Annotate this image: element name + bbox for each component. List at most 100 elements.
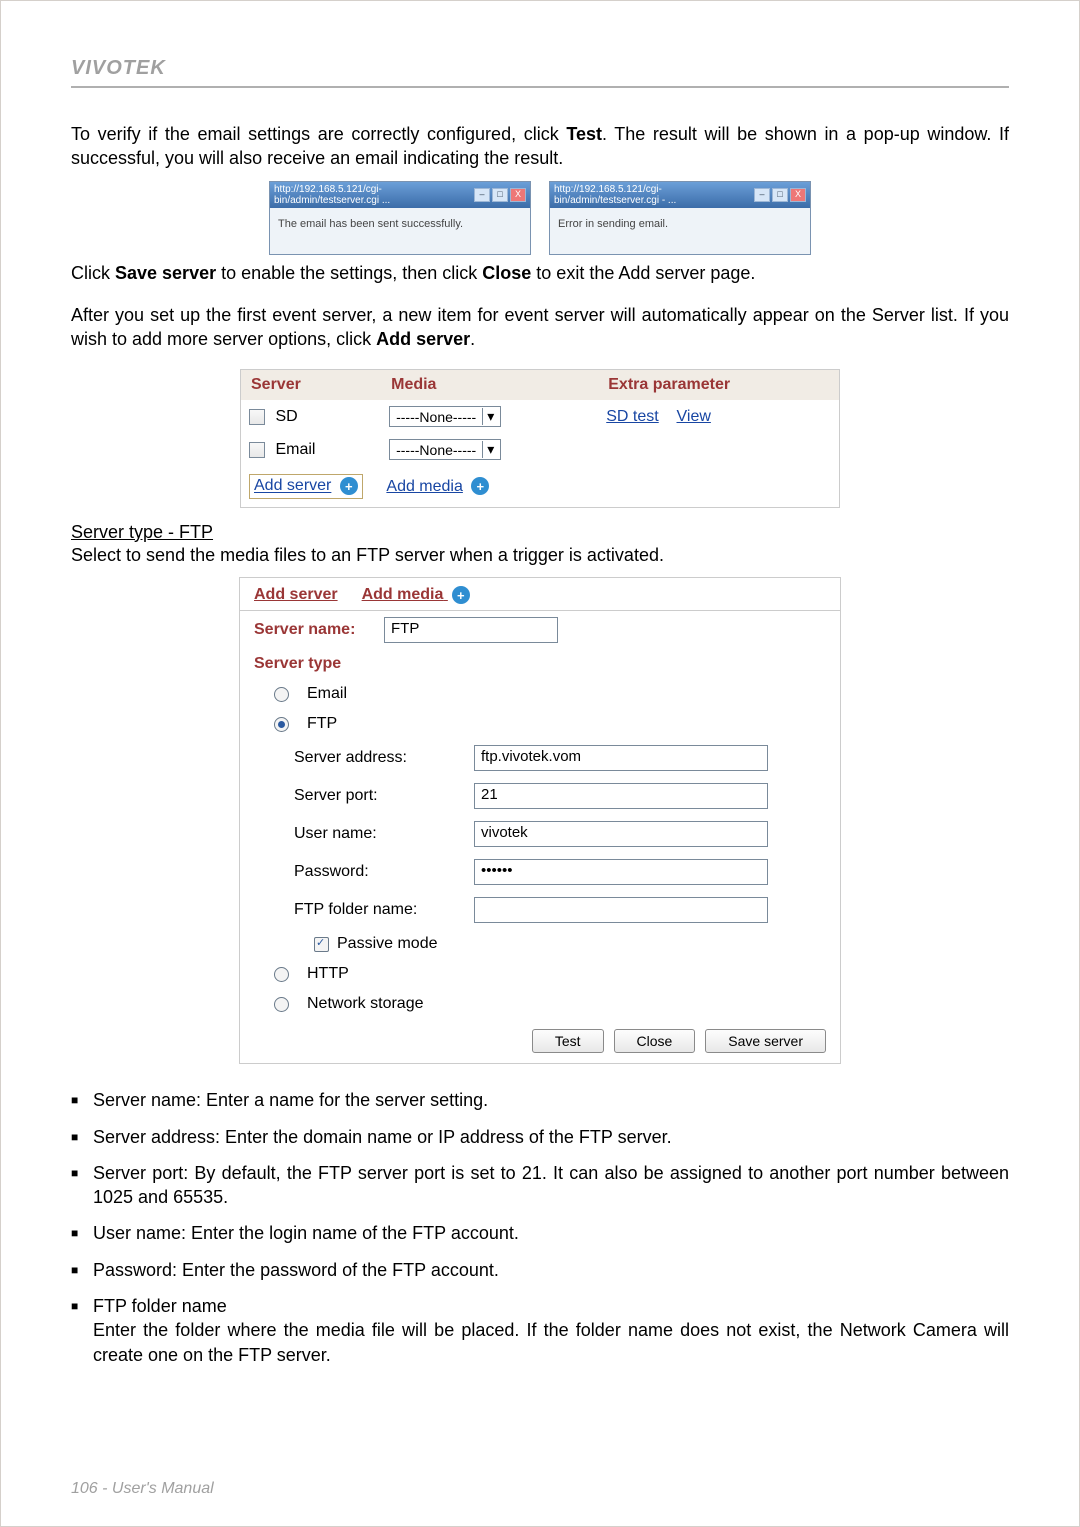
ftp-folder-bullet-title: FTP folder name	[93, 1296, 227, 1316]
list-item: Server name: Enter a name for the server…	[71, 1088, 1009, 1112]
close-icon[interactable]: X	[510, 188, 526, 202]
radio-ftp[interactable]	[274, 717, 289, 732]
add-server-keyword: Add server	[376, 329, 470, 349]
radio-ftp-label: FTP	[307, 715, 337, 733]
ftp-form-tabs: Add server Add media +	[240, 578, 840, 611]
plus-icon: +	[452, 586, 470, 604]
passive-mode-row: Passive mode	[240, 929, 840, 959]
radio-email-label: Email	[307, 685, 347, 703]
server-list-table: Server Media Extra parameter SD -----Non…	[240, 369, 840, 507]
list-item: User name: Enter the login name of the F…	[71, 1221, 1009, 1245]
intro-paragraph: To verify if the email settings are corr…	[71, 122, 1009, 171]
test-button[interactable]: Test	[532, 1029, 604, 1053]
ftp-bullet-list: Server name: Enter a name for the server…	[71, 1088, 1009, 1367]
server-type-row: Server type	[240, 649, 840, 679]
ftp-section-desc: Select to send the media files to an FTP…	[71, 543, 1009, 567]
min-icon[interactable]: –	[474, 188, 490, 202]
plus-icon: +	[471, 477, 489, 495]
password-label: Password:	[294, 863, 474, 881]
dropdown-value: -----None-----	[396, 409, 476, 425]
radio-http[interactable]	[274, 967, 289, 982]
server-address-row: Server address: ftp.vivotek.vom	[240, 739, 840, 777]
row-sd-label: SD	[275, 408, 297, 425]
save-server-keyword: Save server	[115, 263, 216, 283]
txt: to exit the Add server page.	[531, 263, 755, 283]
close-keyword: Close	[482, 263, 531, 283]
ftp-folder-bullet-body: Enter the folder where the media file wi…	[93, 1320, 1009, 1364]
popup-success-body: The email has been sent successfully.	[270, 208, 530, 254]
radio-http-label: HTTP	[307, 965, 349, 983]
ftp-folder-label: FTP folder name:	[294, 901, 474, 919]
popup-success-title: http://192.168.5.121/cgi-bin/admin/tests…	[274, 184, 474, 206]
server-name-row: Server name: FTP	[240, 611, 840, 649]
popup-error: http://192.168.5.121/cgi-bin/admin/tests…	[549, 181, 811, 255]
popup-success: http://192.168.5.121/cgi-bin/admin/tests…	[269, 181, 531, 255]
server-address-label: Server address:	[294, 749, 474, 767]
list-item: Server port: By default, the FTP server …	[71, 1161, 1009, 1210]
row-email-label: Email	[275, 441, 315, 458]
ftp-section-heading: Server type - FTP	[71, 522, 1009, 543]
auto-appear-paragraph: After you set up the first event server,…	[71, 303, 1009, 352]
tab-add-media[interactable]: Add media +	[362, 586, 470, 604]
close-icon[interactable]: X	[790, 188, 806, 202]
sd-test-link[interactable]: SD test	[606, 408, 658, 425]
ftp-folder-input[interactable]	[474, 897, 768, 923]
password-row: Password: ••••••	[240, 853, 840, 891]
list-item: Server address: Enter the domain name or…	[71, 1125, 1009, 1149]
header-rule	[71, 86, 1009, 88]
plus-icon: +	[340, 477, 358, 495]
popup-error-title: http://192.168.5.121/cgi-bin/admin/tests…	[554, 184, 754, 206]
media-select-email[interactable]: -----None----- ▾	[389, 439, 501, 460]
server-address-input[interactable]: ftp.vivotek.vom	[474, 745, 768, 771]
user-name-input[interactable]: vivotek	[474, 821, 768, 847]
checkbox-sd[interactable]	[249, 409, 265, 425]
test-keyword: Test	[566, 124, 602, 144]
min-icon[interactable]: –	[754, 188, 770, 202]
col-extra: Extra parameter	[598, 370, 839, 401]
server-port-row: Server port: 21	[240, 777, 840, 815]
txt: to enable the settings, then click	[216, 263, 482, 283]
max-icon[interactable]: □	[492, 188, 508, 202]
radio-row-ns: Network storage	[240, 989, 840, 1019]
user-name-row: User name: vivotek	[240, 815, 840, 853]
brand-header: VIVOTEK	[71, 57, 1009, 80]
ftp-folder-row: FTP folder name:	[240, 891, 840, 929]
radio-network-storage[interactable]	[274, 997, 289, 1012]
add-media-button[interactable]: Add media +	[386, 478, 489, 495]
server-name-input[interactable]: FTP	[384, 617, 558, 643]
view-link[interactable]: View	[677, 408, 711, 425]
password-input[interactable]: ••••••	[474, 859, 768, 885]
list-item: Password: Enter the password of the FTP …	[71, 1258, 1009, 1282]
tab-add-media-label: Add media	[362, 586, 444, 603]
col-server: Server	[241, 370, 382, 401]
txt: After you set up the first event server,…	[71, 305, 1009, 349]
list-item: FTP folder name Enter the folder where t…	[71, 1294, 1009, 1367]
max-icon[interactable]: □	[772, 188, 788, 202]
add-server-label: Add server	[254, 478, 331, 495]
save-server-button[interactable]: Save server	[705, 1029, 826, 1053]
ftp-form-panel: Add server Add media + Server name: FTP …	[239, 577, 841, 1064]
radio-row-ftp: FTP	[240, 709, 840, 739]
media-select-sd[interactable]: -----None----- ▾	[389, 406, 501, 427]
checkbox-email[interactable]	[249, 442, 265, 458]
popup-success-titlebar: http://192.168.5.121/cgi-bin/admin/tests…	[270, 182, 530, 208]
txt: Click	[71, 263, 115, 283]
dropdown-value: -----None-----	[396, 442, 476, 458]
server-type-label: Server type	[254, 655, 374, 673]
page-footer: 106 - User's Manual	[71, 1480, 214, 1498]
table-header-row: Server Media Extra parameter	[241, 370, 840, 401]
server-name-label: Server name:	[254, 621, 374, 639]
intro-text-a: To verify if the email settings are corr…	[71, 124, 566, 144]
col-media: Media	[381, 370, 598, 401]
server-port-label: Server port:	[294, 787, 474, 805]
tab-add-server[interactable]: Add server	[254, 586, 338, 604]
passive-mode-checkbox[interactable]	[314, 937, 329, 952]
server-port-input[interactable]: 21	[474, 783, 768, 809]
close-button[interactable]: Close	[614, 1029, 696, 1053]
popup-error-titlebar: http://192.168.5.121/cgi-bin/admin/tests…	[550, 182, 810, 208]
radio-email[interactable]	[274, 687, 289, 702]
add-media-label: Add media	[386, 478, 463, 495]
add-server-button[interactable]: Add server +	[249, 474, 363, 498]
table-action-row: Add server + Add media +	[241, 466, 840, 507]
txt: .	[470, 329, 475, 349]
